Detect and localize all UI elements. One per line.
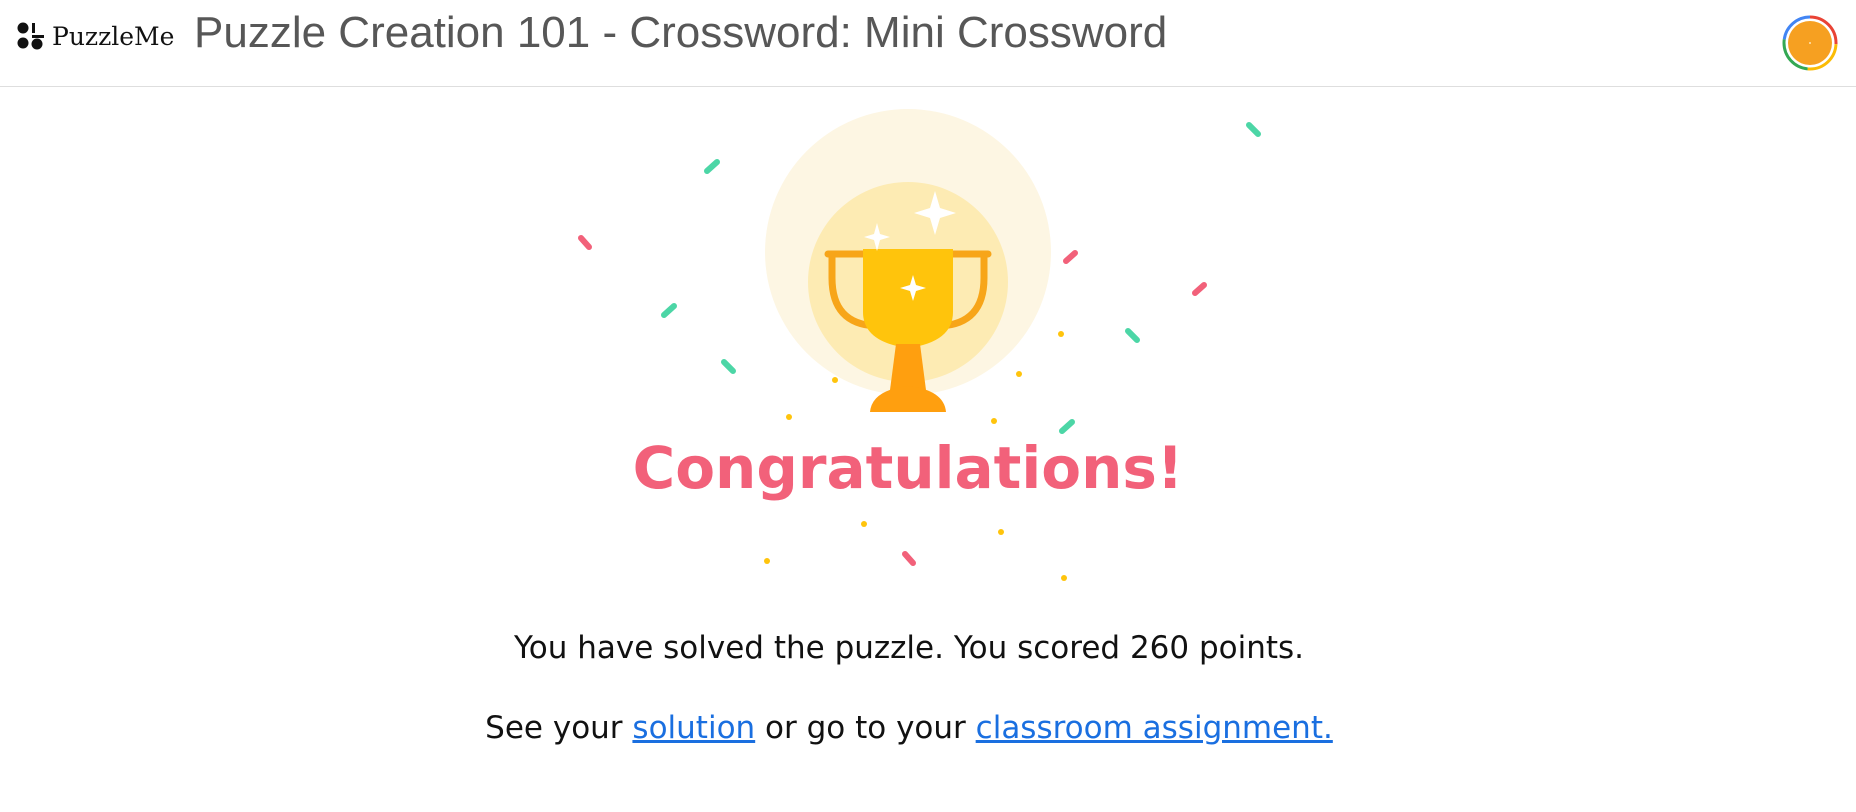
user-avatar-icon[interactable] (1782, 15, 1838, 71)
page-title: Puzzle Creation 101 - Crossword: Mini Cr… (194, 8, 1168, 57)
puzzleme-logo-icon (17, 22, 44, 50)
celebration-illustration: Congratulations! (578, 109, 1261, 581)
logo-text: PuzzleMe (52, 21, 175, 51)
puzzleme-logo[interactable]: PuzzleMe (16, 18, 174, 54)
trophy-icon (765, 109, 1051, 412)
score-message: You have solved the puzzle. You scored 2… (513, 630, 1305, 666)
next-steps-line: See your solution or go to your classroo… (0, 708, 1818, 748)
links-prefix: See your (485, 710, 623, 746)
links-middle: or go to your (765, 710, 966, 746)
solution-link[interactable]: solution (632, 710, 755, 746)
classroom-assignment-link[interactable]: classroom assignment. (976, 710, 1333, 746)
congratulations-heading: Congratulations! (633, 434, 1184, 502)
top-header: PuzzleMe Puzzle Creation 101 - Crossword… (0, 0, 1856, 87)
